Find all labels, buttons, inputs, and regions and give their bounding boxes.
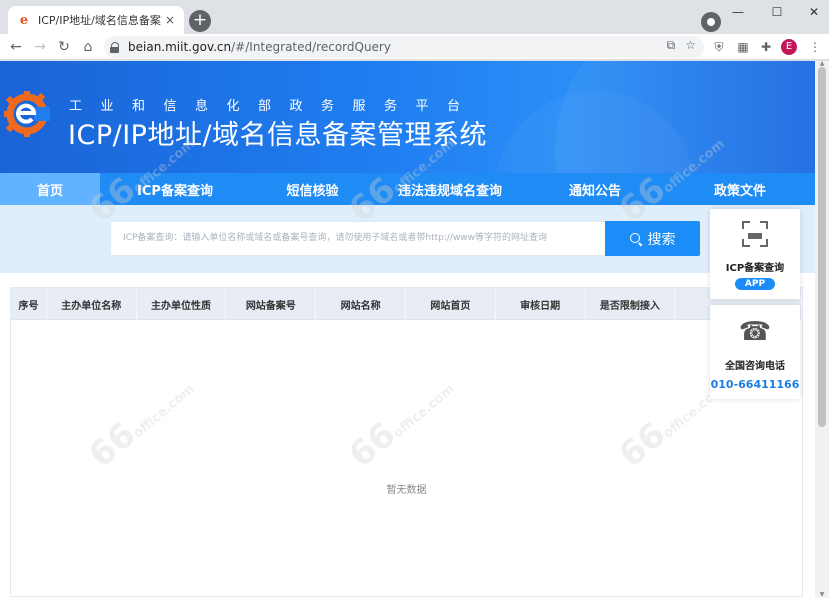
main-nav: 首页 ICP备案查询 短信核验 违法违规域名查询 通知公告 政策文件: [0, 173, 815, 205]
column-header: 主办单位性质: [137, 288, 227, 320]
column-header: 是否限制接入: [586, 288, 676, 320]
hotline-label: 全国咨询电话: [725, 361, 785, 372]
scroll-down-icon[interactable]: ▼: [818, 592, 826, 598]
address-bar[interactable]: beian.miit.gov.cn/#/Integrated/recordQue…: [104, 36, 704, 58]
site-banner: 工业和信息化部政务服务平台 ICP/IP地址/域名信息备案管理系统: [0, 61, 815, 173]
column-header: 主办单位名称: [47, 288, 137, 320]
nav-notices[interactable]: 通知公告: [525, 173, 665, 205]
app-query-card[interactable]: ICP备案查询 APP: [710, 209, 800, 299]
tab-title: ICP/IP地址/域名信息备案管理系: [38, 14, 162, 27]
extensions-puzzle-icon[interactable]: ✚: [757, 38, 775, 56]
reload-icon[interactable]: ↻: [54, 37, 74, 57]
search-icon: [629, 232, 642, 245]
results-panel: 序号 主办单位名称 主办单位性质 网站备案号 网站名称 网站首页 审核日期 是否…: [0, 273, 815, 598]
close-window-button[interactable]: ✕: [799, 3, 829, 21]
ministry-name: 工业和信息化部政务服务平台: [69, 99, 479, 114]
browser-tab[interactable]: e ICP/IP地址/域名信息备案管理系 ×: [8, 6, 184, 34]
new-tab-button[interactable]: +: [189, 10, 211, 32]
translate-icon[interactable]: ⧉: [667, 38, 676, 53]
nav-icp-query[interactable]: ICP备案查询: [100, 173, 250, 205]
results-table: 序号 主办单位名称 主办单位性质 网站备案号 网站名称 网站首页 审核日期 是否…: [10, 287, 803, 597]
page-scrollbar[interactable]: ▲ ▼: [815, 61, 829, 598]
hotline-card[interactable]: ☎ 全国咨询电话 010-66411166: [710, 305, 800, 399]
qr-extension-icon[interactable]: ▦: [734, 38, 752, 56]
app-badge: APP: [734, 278, 776, 290]
shield-extension-icon[interactable]: ⛨: [710, 38, 728, 56]
hotline-number: 010-66411166: [710, 378, 800, 391]
column-header: 序号: [11, 288, 47, 320]
media-control-icon[interactable]: [701, 12, 721, 32]
table-header: 序号 主办单位名称 主办单位性质 网站备案号 网站名称 网站首页 审核日期 是否…: [11, 288, 802, 320]
nav-home[interactable]: 首页: [0, 173, 100, 205]
forward-arrow-icon[interactable]: →: [30, 37, 50, 57]
home-icon[interactable]: ⌂: [78, 37, 98, 57]
search-button[interactable]: 搜索: [605, 221, 700, 256]
browser-tabstrip: e ICP/IP地址/域名信息备案管理系 × + — ☐ ✕: [0, 0, 829, 34]
menu-kebab-icon[interactable]: ⋮: [806, 38, 824, 56]
search-input[interactable]: ICP备案查询：请输入单位名称或域名或备案号查询，请勿使用子域名或者带http:…: [110, 221, 606, 256]
nav-illegal-domain[interactable]: 违法违规域名查询: [375, 173, 525, 205]
search-button-label: 搜索: [647, 231, 676, 248]
back-arrow-icon[interactable]: ←: [6, 37, 26, 57]
empty-state: 暂无数据: [386, 485, 427, 496]
telephone-icon: ☎: [738, 317, 772, 347]
column-header: 审核日期: [496, 288, 586, 320]
page-viewport: 工业和信息化部政务服务平台 ICP/IP地址/域名信息备案管理系统 首页 ICP…: [0, 61, 815, 598]
url-text: beian.miit.gov.cn/#/Integrated/recordQue…: [128, 40, 391, 54]
minimize-button[interactable]: —: [723, 3, 753, 21]
app-query-label: ICP备案查询: [725, 263, 785, 274]
system-title: ICP/IP地址/域名信息备案管理系统: [68, 120, 488, 151]
site-favicon-icon: e: [19, 12, 29, 28]
column-header: 网站名称: [316, 288, 406, 320]
lock-icon[interactable]: [110, 41, 120, 53]
miit-logo-icon: [4, 91, 50, 137]
maximize-button[interactable]: ☐: [762, 3, 792, 21]
nav-sms-verify[interactable]: 短信核验: [250, 173, 375, 205]
browser-toolbar: ← → ↻ ⌂ beian.miit.gov.cn/#/Integrated/r…: [0, 34, 829, 60]
scan-icon: [742, 221, 768, 247]
column-header: 网站备案号: [226, 288, 317, 320]
profile-avatar[interactable]: E: [781, 39, 797, 55]
search-section: ICP备案查询：请输入单位名称或域名或备案号查询，请勿使用子域名或者带http:…: [0, 205, 815, 273]
scrollbar-thumb[interactable]: [818, 67, 826, 427]
column-header: 网站首页: [406, 288, 496, 320]
tab-close-icon[interactable]: ×: [162, 12, 178, 28]
bookmark-star-icon[interactable]: ☆: [685, 38, 696, 53]
nav-policy[interactable]: 政策文件: [665, 173, 815, 205]
